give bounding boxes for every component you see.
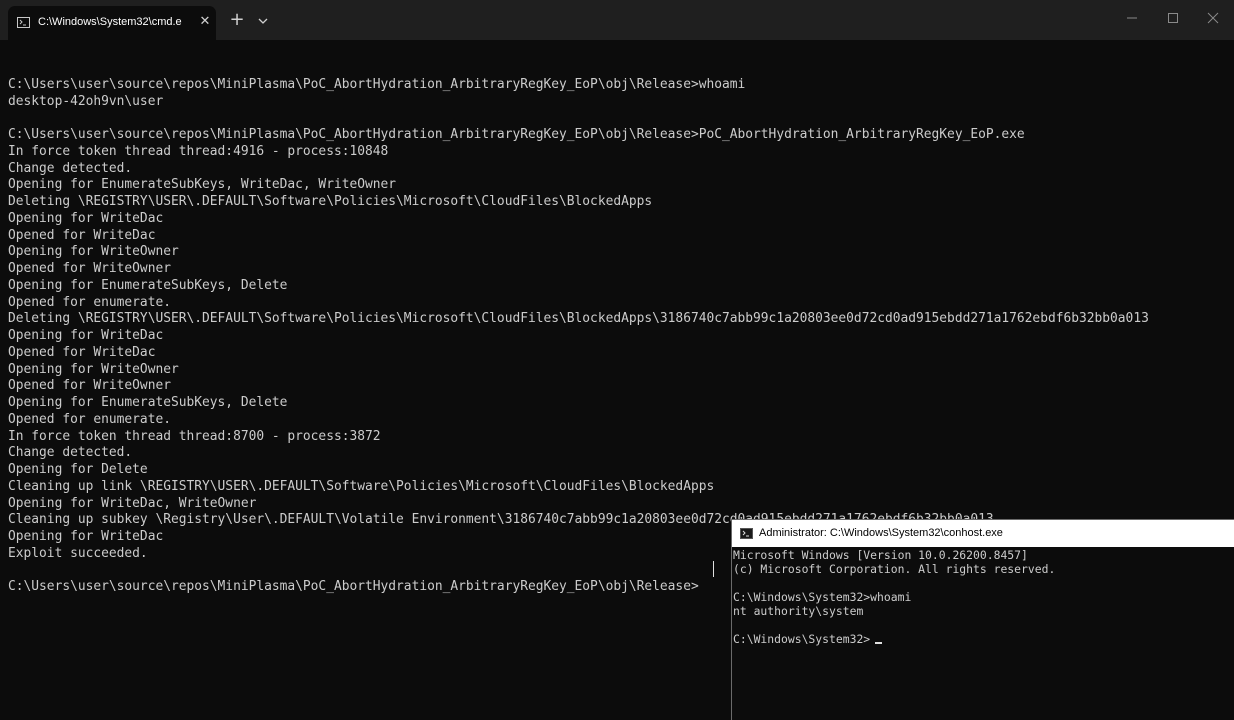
- terminal-line: Opening for EnumerateSubKeys, WriteDac, …: [8, 177, 397, 193]
- minimize-icon[interactable]: [1117, 6, 1147, 30]
- terminal-line: Opened for enumerate.: [8, 294, 171, 310]
- text-cursor: [713, 561, 714, 577]
- terminal-output[interactable]: C:\Users\user\source\repos\MiniPlasma\Po…: [8, 60, 1228, 596]
- cmd-icon: [17, 17, 30, 28]
- conhost-text-cursor: [875, 642, 882, 644]
- terminal-line: Deleting \REGISTRY\USER\.DEFAULT\Softwar…: [8, 194, 653, 209]
- conhost-output[interactable]: Microsoft Windows [Version 10.0.26200.84…: [733, 548, 1233, 646]
- terminal-line: Opened for WriteDac: [8, 227, 156, 243]
- terminal-window: C:\Windows\System32\cmd.e ✕ + C:\Users\u…: [0, 0, 1234, 720]
- conhost-title: Administrator: C:\Windows\System32\conho…: [759, 527, 1003, 539]
- conhost-line: C:\Windows\System32>: [733, 632, 871, 646]
- terminal-line: Opened for WriteDac: [8, 344, 156, 360]
- terminal-line: Opening for WriteDac, WriteOwner: [8, 495, 257, 511]
- conhost-title-bar[interactable]: Administrator: C:\Windows\System32\conho…: [732, 520, 1234, 547]
- terminal-line: Opening for EnumerateSubKeys, Delete: [8, 395, 288, 410]
- chevron-down-icon[interactable]: [256, 13, 270, 27]
- conhost-window[interactable]: Administrator: C:\Windows\System32\conho…: [731, 519, 1234, 720]
- terminal-line: Opening for WriteDac: [8, 210, 164, 226]
- terminal-line: In force token thread thread:4916 - proc…: [8, 143, 389, 159]
- terminal-line: Cleaning up link \REGISTRY\USER\.DEFAULT…: [8, 478, 715, 494]
- conhost-line: [733, 618, 1233, 632]
- terminal-line: Opening for EnumerateSubKeys, Delete: [8, 277, 288, 293]
- plus-icon[interactable]: +: [228, 11, 246, 29]
- terminal-line: In force token thread thread:8700 - proc…: [8, 428, 381, 444]
- maximize-icon[interactable]: [1158, 6, 1188, 30]
- conhost-line: C:\Windows\System32>whoami: [733, 590, 912, 604]
- close-icon[interactable]: ✕: [197, 14, 213, 30]
- conhost-line: (c) Microsoft Corporation. All rights re…: [733, 562, 1056, 576]
- terminal-line: Change detected.: [8, 445, 133, 461]
- terminal-line: Opened for enumerate.: [8, 411, 171, 427]
- conhost-line: nt authority\system: [733, 604, 864, 618]
- terminal-line: Opening for WriteOwner: [8, 361, 179, 377]
- window-close-icon[interactable]: [1198, 6, 1228, 30]
- terminal-line: Opening for WriteDac: [8, 328, 164, 343]
- conhost-line: Microsoft Windows [Version 10.0.26200.84…: [733, 548, 1028, 562]
- terminal-line: desktop-42oh9vn\user: [8, 93, 164, 109]
- terminal-line: C:\Users\user\source\repos\MiniPlasma\Po…: [8, 76, 746, 92]
- terminal-line: Opened for WriteOwner: [8, 378, 171, 394]
- conhost-icon: [740, 528, 753, 539]
- terminal-line: Opening for WriteOwner: [8, 244, 179, 260]
- tab-title: C:\Windows\System32\cmd.e: [38, 16, 182, 28]
- title-bar: C:\Windows\System32\cmd.e ✕ +: [0, 0, 1234, 40]
- terminal-line: Opening for Delete: [8, 462, 148, 477]
- terminal-line: Opened for WriteOwner: [8, 261, 171, 276]
- terminal-line: Deleting \REGISTRY\USER\.DEFAULT\Softwar…: [8, 311, 1149, 327]
- terminal-line: Change detected.: [8, 160, 133, 176]
- conhost-line: [733, 576, 1233, 590]
- tab-cmd[interactable]: C:\Windows\System32\cmd.e ✕: [8, 6, 216, 40]
- terminal-line: C:\Users\user\source\repos\MiniPlasma\Po…: [8, 127, 1025, 142]
